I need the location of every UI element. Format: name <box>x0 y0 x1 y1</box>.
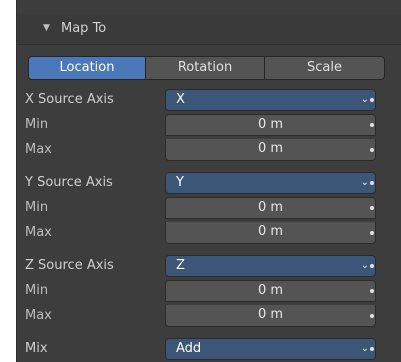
y-source-axis-dropdown[interactable]: Y ⌄ <box>165 172 376 194</box>
decorate-dot-icon[interactable] <box>370 314 374 318</box>
panel-title: Map To <box>61 21 107 36</box>
z-source-axis-value: Z <box>176 258 185 273</box>
z-max-field[interactable]: 0 m <box>165 305 376 327</box>
x-max-field[interactable]: 0 m <box>165 139 376 161</box>
x-source-axis-label: X Source Axis <box>25 92 114 107</box>
decorate-dot-icon[interactable] <box>370 148 374 152</box>
mix-dropdown[interactable]: Add ⌄ <box>165 338 376 360</box>
y-max-label: Max <box>25 225 52 240</box>
chevron-down-icon: ⌄ <box>360 343 369 354</box>
decorate-dot-icon[interactable] <box>370 264 374 268</box>
z-min-label: Min <box>25 283 49 298</box>
chevron-down-icon: ⌄ <box>360 177 369 188</box>
decorate-dot-icon[interactable] <box>370 123 374 127</box>
mix-label: Mix <box>25 341 48 356</box>
decorate-dot-icon[interactable] <box>370 231 374 235</box>
chevron-down-icon: ⌄ <box>360 94 369 105</box>
x-min-field[interactable]: 0 m <box>165 114 376 136</box>
x-source-axis-dropdown[interactable]: X ⌄ <box>165 89 376 111</box>
decorate-dot-icon[interactable] <box>370 289 374 293</box>
tab-location[interactable]: Location <box>28 56 146 80</box>
y-source-axis-label: Y Source Axis <box>25 175 113 190</box>
map-to-panel: ▼ Map To Location Rotation Scale X Sourc… <box>16 0 401 362</box>
decorate-dot-icon[interactable] <box>370 347 374 351</box>
decorate-dot-icon[interactable] <box>370 206 374 210</box>
mix-value: Add <box>176 341 202 356</box>
tab-scale[interactable]: Scale <box>264 56 385 80</box>
tab-rotation[interactable]: Rotation <box>145 56 265 80</box>
z-max-label: Max <box>25 308 52 323</box>
x-source-axis-value: X <box>176 92 185 107</box>
panel-header[interactable]: ▼ Map To <box>17 14 401 45</box>
decorate-dot-icon[interactable] <box>370 181 374 185</box>
y-min-field[interactable]: 0 m <box>165 197 376 219</box>
chevron-down-icon: ⌄ <box>360 260 369 271</box>
y-max-field[interactable]: 0 m <box>165 222 376 244</box>
x-max-label: Max <box>25 142 52 157</box>
y-min-label: Min <box>25 200 49 215</box>
z-source-axis-label: Z Source Axis <box>25 258 114 273</box>
x-min-label: Min <box>25 117 49 132</box>
z-source-axis-dropdown[interactable]: Z ⌄ <box>165 255 376 277</box>
collapse-arrow-icon[interactable]: ▼ <box>43 23 50 33</box>
z-min-field[interactable]: 0 m <box>165 280 376 302</box>
decorate-dot-icon[interactable] <box>370 98 374 102</box>
y-source-axis-value: Y <box>176 175 184 190</box>
